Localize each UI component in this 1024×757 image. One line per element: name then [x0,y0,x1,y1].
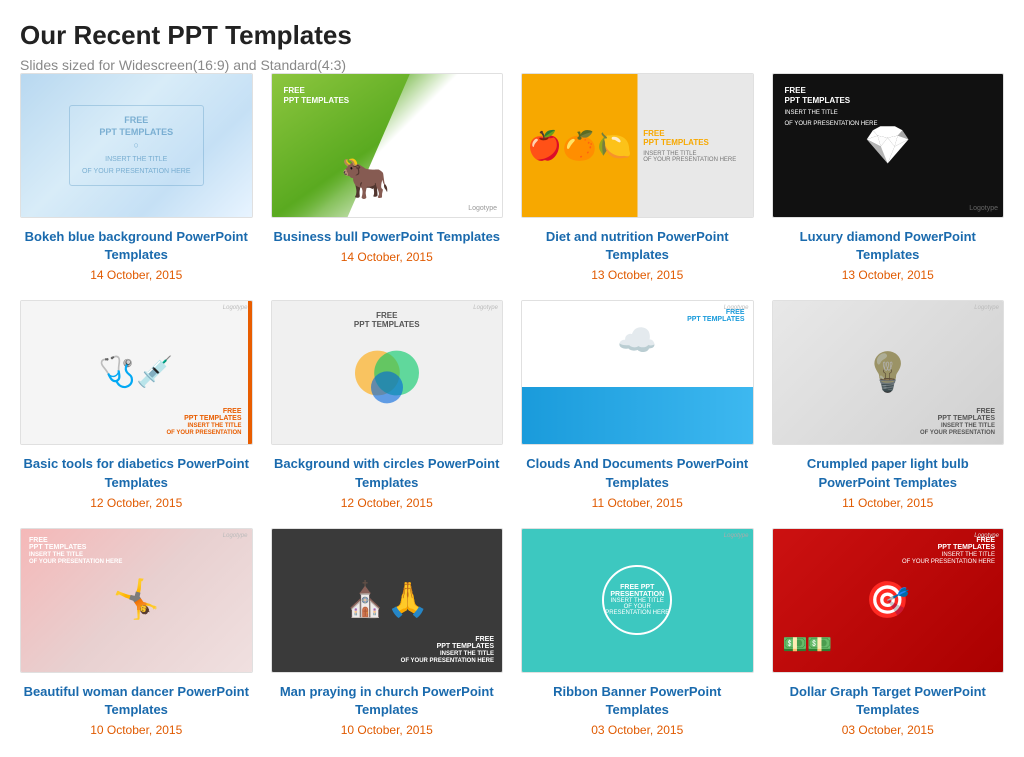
template-card-woman-dancer[interactable]: FREEPPT TEMPLATESINSERT THE TITLEOF YOUR… [20,528,253,737]
templates-grid: FREEPPT TEMPLATES○INSERT THE TITLEOF YOU… [20,73,1004,737]
template-date-ribbon-banner: 03 October, 2015 [591,723,683,737]
template-thumbnail-crumpled-paper-bulb: 💡 FREEPPT TEMPLATESINSERT THE TITLEOF YO… [772,300,1005,445]
page-header: Our Recent PPT Templates Slides sized fo… [20,20,1004,73]
template-thumbnail-man-church: ⛪🙏 FREEPPT TEMPLATESINSERT THE TITLEOF Y… [271,528,504,673]
template-card-ribbon-banner[interactable]: FREE PPTPRESENTATIONINSERT THE TITLEOF Y… [521,528,754,737]
template-date-basic-tools-diabetics: 12 October, 2015 [90,496,182,510]
template-date-dollar-graph: 03 October, 2015 [842,723,934,737]
template-date-man-church: 10 October, 2015 [341,723,433,737]
template-card-luxury-diamond[interactable]: FREEPPT TEMPLATESINSERT THE TITLEOF YOUR… [772,73,1005,282]
template-thumbnail-background-circles: FREEPPT TEMPLATES Logotype [271,300,504,445]
template-card-business-bull[interactable]: FREEPPT TEMPLATES 🐂 Logotype Business bu… [271,73,504,282]
template-card-basic-tools-diabetics[interactable]: 🩺💉 FREEPPT TEMPLATESINSERT THE TITLEOF Y… [20,300,253,509]
template-card-diet-nutrition[interactable]: 🍎🍊🍋 FREEPPT TEMPLATES INSERT THE TITLEOF… [521,73,754,282]
template-date-business-bull: 14 October, 2015 [341,250,433,264]
template-thumbnail-luxury-diamond: FREEPPT TEMPLATESINSERT THE TITLEOF YOUR… [772,73,1005,218]
template-card-clouds-documents[interactable]: ☁️ FREEPPT TEMPLATES Logotype Clouds And… [521,300,754,509]
template-date-woman-dancer: 10 October, 2015 [90,723,182,737]
template-title-ribbon-banner[interactable]: Ribbon Banner PowerPoint Templates [521,683,754,719]
template-title-crumpled-paper-bulb[interactable]: Crumpled paper light bulb PowerPoint Tem… [772,455,1005,491]
template-title-business-bull[interactable]: Business bull PowerPoint Templates [273,228,500,246]
template-thumbnail-diet-nutrition: 🍎🍊🍋 FREEPPT TEMPLATES INSERT THE TITLEOF… [521,73,754,218]
template-title-woman-dancer[interactable]: Beautiful woman dancer PowerPoint Templa… [20,683,253,719]
page-subtitle: Slides sized for Widescreen(16:9) and St… [20,57,1004,73]
template-title-basic-tools-diabetics[interactable]: Basic tools for diabetics PowerPoint Tem… [20,455,253,491]
template-thumbnail-basic-tools-diabetics: 🩺💉 FREEPPT TEMPLATESINSERT THE TITLEOF Y… [20,300,253,445]
template-title-dollar-graph[interactable]: Dollar Graph Target PowerPoint Templates [772,683,1005,719]
template-title-background-circles[interactable]: Background with circles PowerPoint Templ… [271,455,504,491]
template-thumbnail-woman-dancer: FREEPPT TEMPLATESINSERT THE TITLEOF YOUR… [20,528,253,673]
template-date-crumpled-paper-bulb: 11 October, 2015 [842,496,933,510]
template-thumbnail-dollar-graph: 💵💵 🎯 FREEPPT TEMPLATESINSERT THE TITLEOF… [772,528,1005,673]
template-thumbnail-business-bull: FREEPPT TEMPLATES 🐂 Logotype [271,73,504,218]
template-card-crumpled-paper-bulb[interactable]: 💡 FREEPPT TEMPLATESINSERT THE TITLEOF YO… [772,300,1005,509]
page-title: Our Recent PPT Templates [20,20,1004,51]
template-card-man-church[interactable]: ⛪🙏 FREEPPT TEMPLATESINSERT THE TITLEOF Y… [271,528,504,737]
template-date-clouds-documents: 11 October, 2015 [592,496,683,510]
template-thumbnail-ribbon-banner: FREE PPTPRESENTATIONINSERT THE TITLEOF Y… [521,528,754,673]
template-thumbnail-clouds-documents: ☁️ FREEPPT TEMPLATES Logotype [521,300,754,445]
template-thumbnail-bokeh-blue: FREEPPT TEMPLATES○INSERT THE TITLEOF YOU… [20,73,253,218]
template-title-clouds-documents[interactable]: Clouds And Documents PowerPoint Template… [521,455,754,491]
template-date-bokeh-blue: 14 October, 2015 [90,268,182,282]
template-card-dollar-graph[interactable]: 💵💵 🎯 FREEPPT TEMPLATESINSERT THE TITLEOF… [772,528,1005,737]
template-title-man-church[interactable]: Man praying in church PowerPoint Templat… [271,683,504,719]
template-title-diet-nutrition[interactable]: Diet and nutrition PowerPoint Templates [521,228,754,264]
template-card-bokeh-blue[interactable]: FREEPPT TEMPLATES○INSERT THE TITLEOF YOU… [20,73,253,282]
template-date-diet-nutrition: 13 October, 2015 [591,268,683,282]
template-title-luxury-diamond[interactable]: Luxury diamond PowerPoint Templates [772,228,1005,264]
template-card-background-circles[interactable]: FREEPPT TEMPLATES Logotype Background wi… [271,300,504,509]
template-date-luxury-diamond: 13 October, 2015 [842,268,934,282]
template-date-background-circles: 12 October, 2015 [341,496,433,510]
template-title-bokeh-blue[interactable]: Bokeh blue background PowerPoint Templat… [20,228,253,264]
